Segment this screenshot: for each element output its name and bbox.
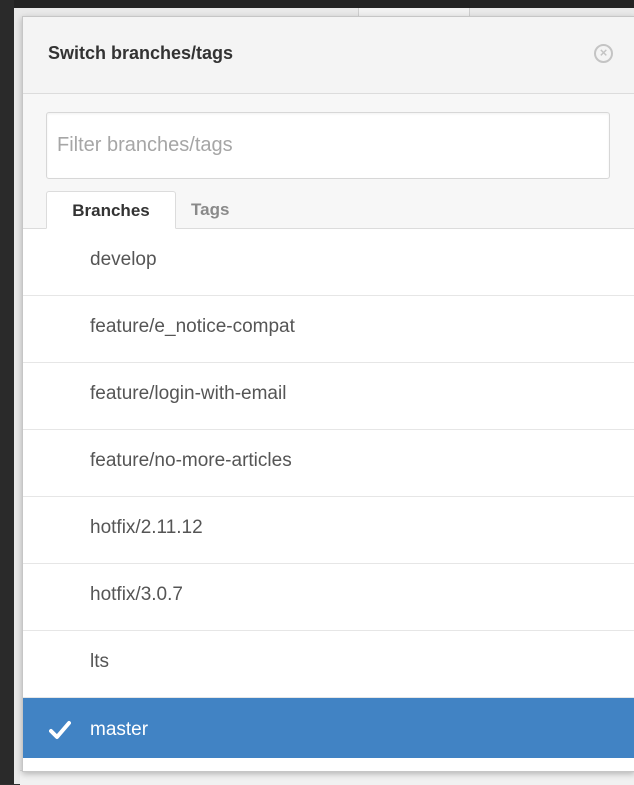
filter-area xyxy=(23,94,634,186)
dropdown-header: Switch branches/tags × xyxy=(23,17,634,94)
branch-item[interactable]: feature/login-with-email xyxy=(23,363,634,430)
tab-branches[interactable]: Branches xyxy=(46,191,176,229)
tab-tags[interactable]: Tags xyxy=(191,191,261,229)
branch-label: feature/login-with-email xyxy=(90,383,287,404)
branch-label: master xyxy=(90,719,149,740)
window-frame-left xyxy=(0,0,14,784)
branch-list: develop feature/e_notice-compat feature/… xyxy=(23,229,634,758)
check-icon xyxy=(49,721,71,739)
branch-item[interactable]: feature/no-more-articles xyxy=(23,430,634,497)
branch-tag-tabs: Branches Tags xyxy=(23,186,634,229)
branch-label: hotfix/2.11.12 xyxy=(90,517,203,538)
branch-item[interactable]: feature/e_notice-compat xyxy=(23,296,634,363)
branch-label: lts xyxy=(90,651,109,672)
branch-item[interactable]: develop xyxy=(23,229,634,296)
filter-branches-input[interactable] xyxy=(46,112,610,179)
branch-item[interactable]: hotfix/3.0.7 xyxy=(23,564,634,631)
branch-item[interactable]: lts xyxy=(23,631,634,698)
branch-label: develop xyxy=(90,249,157,270)
background-page-bottom xyxy=(20,770,634,785)
branch-switcher-dropdown: Switch branches/tags × Branches Tags dev… xyxy=(22,16,634,772)
close-icon[interactable]: × xyxy=(594,44,613,63)
branch-label: hotfix/3.0.7 xyxy=(90,584,183,605)
branch-item[interactable]: hotfix/2.11.12 xyxy=(23,497,634,564)
branch-label: feature/e_notice-compat xyxy=(90,316,295,337)
dropdown-title: Switch branches/tags xyxy=(48,43,234,63)
branch-label: feature/no-more-articles xyxy=(90,450,292,471)
branch-item-selected[interactable]: master xyxy=(23,698,634,758)
